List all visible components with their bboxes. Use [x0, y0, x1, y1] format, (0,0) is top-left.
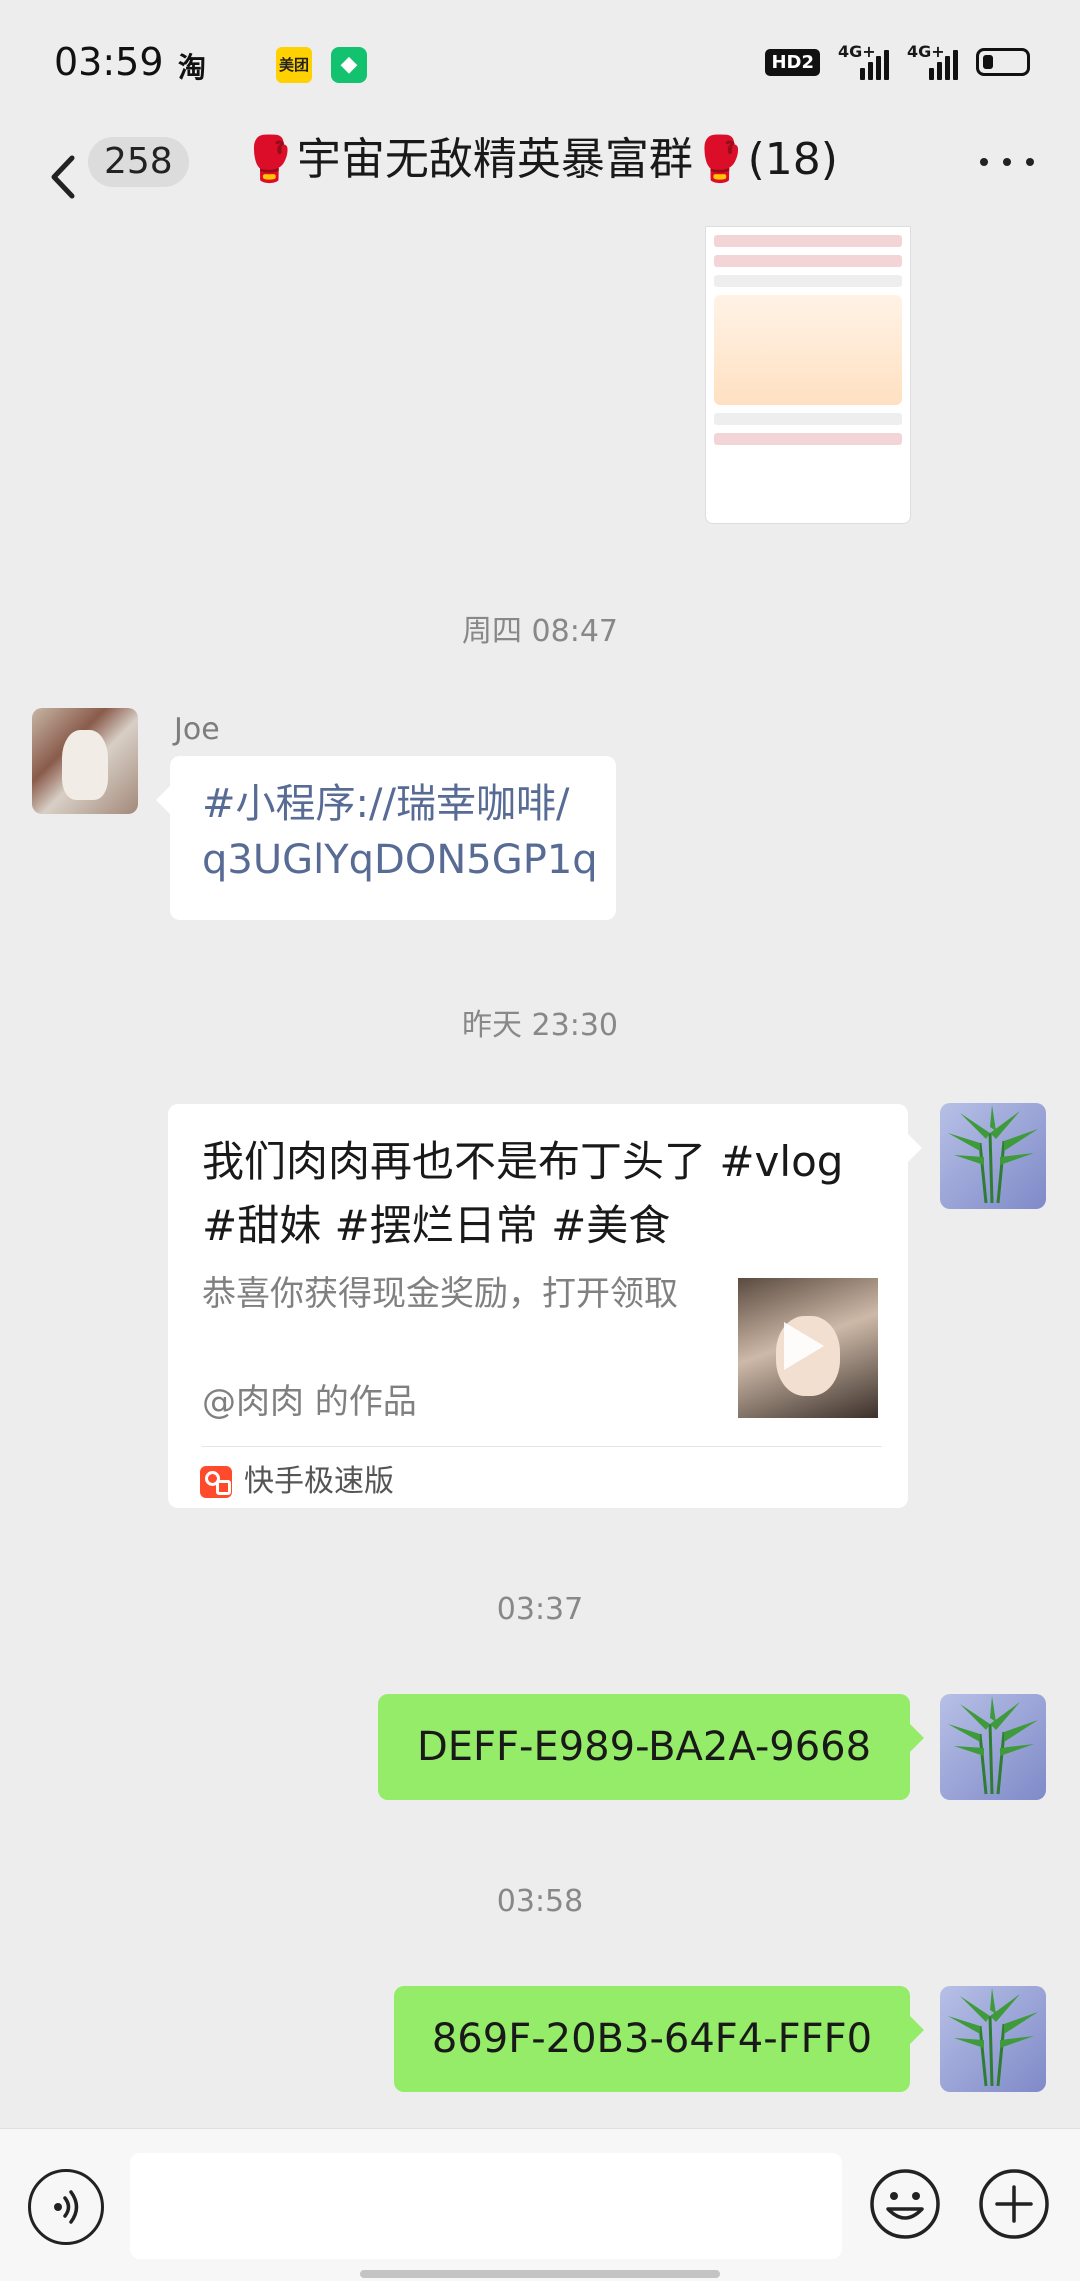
chevron-left-icon	[51, 155, 75, 199]
smiley-icon	[870, 2169, 940, 2239]
dot-icon	[980, 158, 988, 166]
network-type-2: 4G+	[907, 42, 945, 61]
hd-voice-icon: HD2	[765, 48, 820, 76]
message-bubble[interactable]: 869F-20B3-64F4-FFF0	[394, 1986, 924, 2092]
link-line-1[interactable]: #小程序://瑞幸咖啡/	[202, 776, 584, 832]
play-icon	[784, 1322, 824, 1370]
dot-icon	[1026, 158, 1034, 166]
bamboo-avatar-image	[948, 1105, 1038, 1204]
signal-icon-2: 4G+	[907, 42, 958, 80]
message-input[interactable]	[130, 2153, 842, 2259]
boxing-glove-icon: 🥊	[692, 134, 748, 185]
home-indicator[interactable]	[360, 2270, 720, 2278]
emoji-button[interactable]	[868, 2167, 942, 2241]
link-line-2[interactable]: q3UGlYqDON5GP1q	[202, 832, 598, 888]
card-author: @肉肉 的作品	[202, 1382, 417, 1422]
mini-program-link-message[interactable]: #小程序://瑞幸咖啡/ q3UGlYqDON5GP1q	[156, 756, 616, 920]
timestamp: 周四 08:47	[462, 614, 618, 649]
taobao-notification-icon: 淘	[178, 51, 207, 84]
more-functions-button[interactable]	[977, 2167, 1051, 2241]
bamboo-avatar-image	[948, 1696, 1038, 1795]
bamboo-avatar-image	[948, 1988, 1038, 2087]
timestamp: 03:58	[496, 1884, 584, 1919]
message-list[interactable]: 周四 08:47 Joe #小程序://瑞幸咖啡/ q3UGlYqDON5GP1…	[0, 226, 1080, 2126]
group-name: 宇宙无敌精英暴富群	[296, 134, 693, 185]
avatar-self[interactable]	[940, 1103, 1046, 1209]
voice-input-button[interactable]	[28, 2169, 104, 2245]
message-text: 869F-20B3-64F4-FFF0	[431, 2016, 873, 2062]
status-indicators: HD2 4G+ 4G+	[765, 42, 1030, 80]
timestamp: 03:37	[496, 1592, 584, 1627]
video-thumbnail	[738, 1278, 878, 1418]
message-text: DEFF-E989-BA2A-9668	[416, 1724, 872, 1770]
plus-icon	[979, 2169, 1049, 2239]
kuaishou-share-card[interactable]: 我们肉肉再也不是布丁头了 #vlog #甜妹 #摆烂日常 #美食 恭喜你获得现金…	[168, 1104, 922, 1508]
app-notification-icon: ◆	[331, 47, 367, 83]
sender-name: Joe	[174, 712, 220, 747]
chat-title: 🥊宇宙无敌精英暴富群🥊(18)	[200, 129, 880, 191]
network-type-1: 4G+	[838, 42, 876, 61]
kuaishou-icon	[200, 1466, 232, 1498]
divider	[202, 1446, 882, 1447]
dot-icon	[1003, 158, 1011, 166]
card-title: 我们肉肉再也不是布丁头了 #vlog #甜妹 #摆烂日常 #美食	[202, 1137, 844, 1250]
status-time: 03:59	[54, 40, 164, 84]
input-bar	[0, 2128, 1080, 2281]
card-source-label: 快手极速版	[244, 1464, 394, 1499]
member-count: (18)	[747, 134, 838, 185]
unread-count-badge[interactable]: 258	[88, 137, 189, 187]
message-bubble[interactable]: DEFF-E989-BA2A-9668	[378, 1694, 924, 1800]
card-description: 恭喜你获得现金奖励，打开领取	[202, 1274, 678, 1314]
avatar-self[interactable]	[940, 1986, 1046, 2092]
boxing-glove-icon: 🥊	[242, 134, 297, 185]
signal-icon-1: 4G+	[838, 42, 889, 80]
meituan-notification-icon: 美团	[276, 47, 312, 83]
shared-screenshot-image[interactable]	[705, 226, 911, 524]
timestamp: 昨天 23:30	[462, 1008, 618, 1043]
battery-icon	[976, 48, 1030, 76]
avatar-self[interactable]	[940, 1694, 1046, 1800]
avatar-joe[interactable]	[32, 708, 138, 814]
voice-icon	[54, 2190, 79, 2224]
back-button[interactable]	[40, 142, 86, 212]
status-bar: 03:59 淘 美团 ◆ HD2 4G+ 4G+	[0, 0, 1080, 130]
chat-header: 258 🥊宇宙无敌精英暴富群🥊(18)	[0, 130, 1080, 230]
more-options-button[interactable]	[980, 158, 1034, 168]
card-source: 快手极速版	[200, 1456, 394, 1508]
